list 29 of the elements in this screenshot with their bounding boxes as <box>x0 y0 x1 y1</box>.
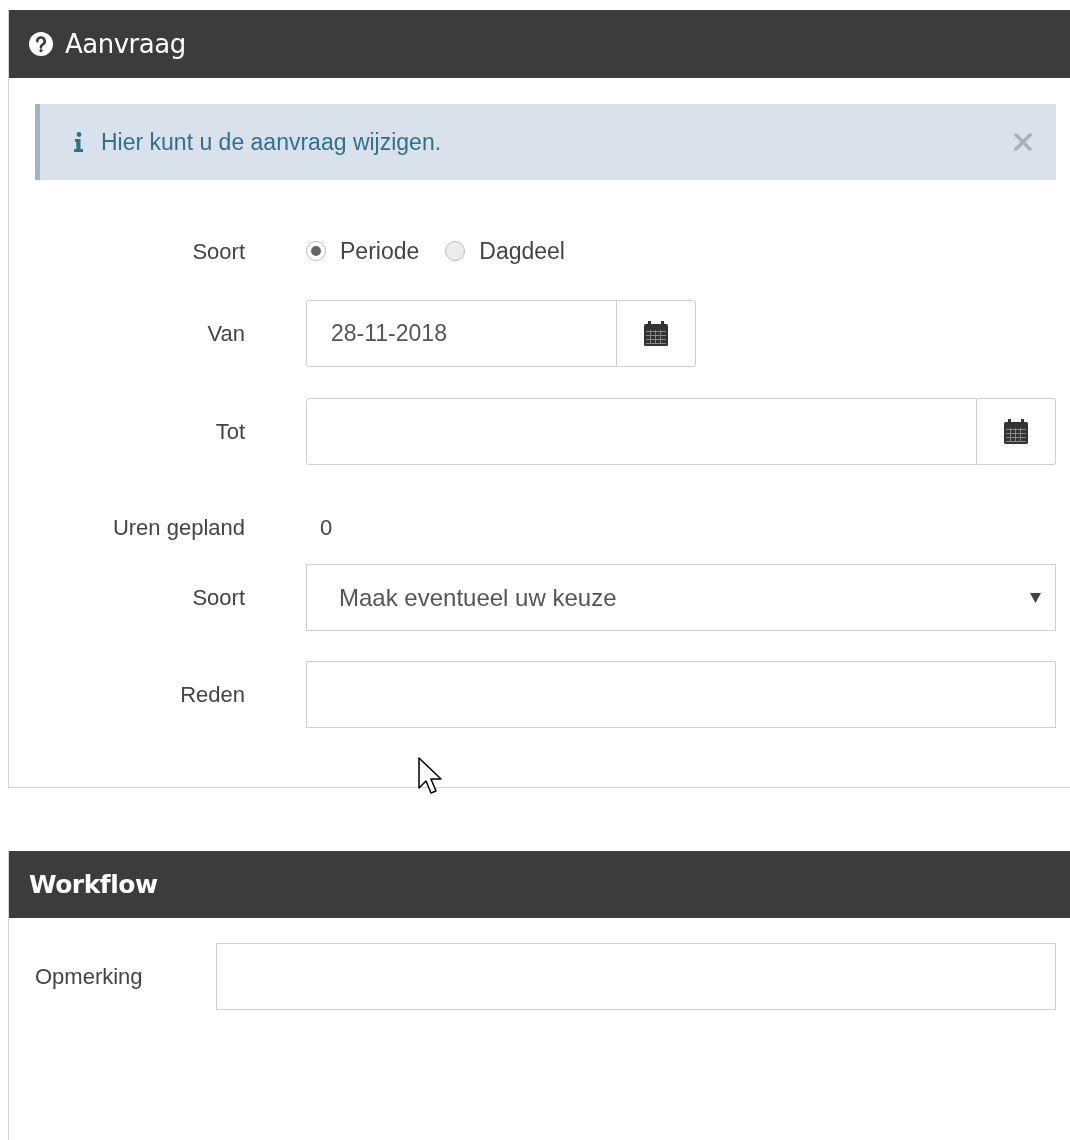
date-input[interactable]: 28-11-2018 <box>306 300 617 367</box>
field-label: Soort <box>192 584 245 612</box>
calendar-icon <box>643 320 669 347</box>
calendar-button[interactable] <box>617 300 696 367</box>
field-value: 0 <box>319 513 333 542</box>
close-button[interactable] <box>1012 131 1034 153</box>
select-dropdown[interactable]: Maak eventueel uw keuze <box>306 564 1056 631</box>
calendar-icon <box>1003 418 1029 445</box>
field-label: Van <box>207 320 245 348</box>
field-label: Soort <box>192 237 245 266</box>
help-icon <box>29 32 53 56</box>
field-label: Opmerking <box>35 964 143 989</box>
calendar-button[interactable] <box>977 398 1056 465</box>
text-input[interactable] <box>216 943 1056 1010</box>
panel-title: Workflow <box>29 868 158 901</box>
field-label: Reden <box>180 681 245 709</box>
field-label: Tot <box>215 418 245 446</box>
field-label: Uren gepland <box>112 513 245 542</box>
text-input[interactable] <box>306 661 1056 728</box>
caret-icon <box>1030 592 1041 603</box>
alert-message: Hier kunt u de aanvraag wijzigen. <box>101 127 443 157</box>
date-input[interactable] <box>306 398 977 465</box>
mouse-pointer-icon <box>418 757 442 795</box>
info-icon <box>74 132 83 152</box>
radio-button[interactable] <box>306 241 326 261</box>
panel-title: Aanvraag <box>65 27 186 61</box>
radio-option[interactable]: Periode <box>306 233 420 269</box>
radio-option[interactable]: Dagdeel <box>445 233 565 269</box>
radio-button[interactable] <box>445 241 466 261</box>
